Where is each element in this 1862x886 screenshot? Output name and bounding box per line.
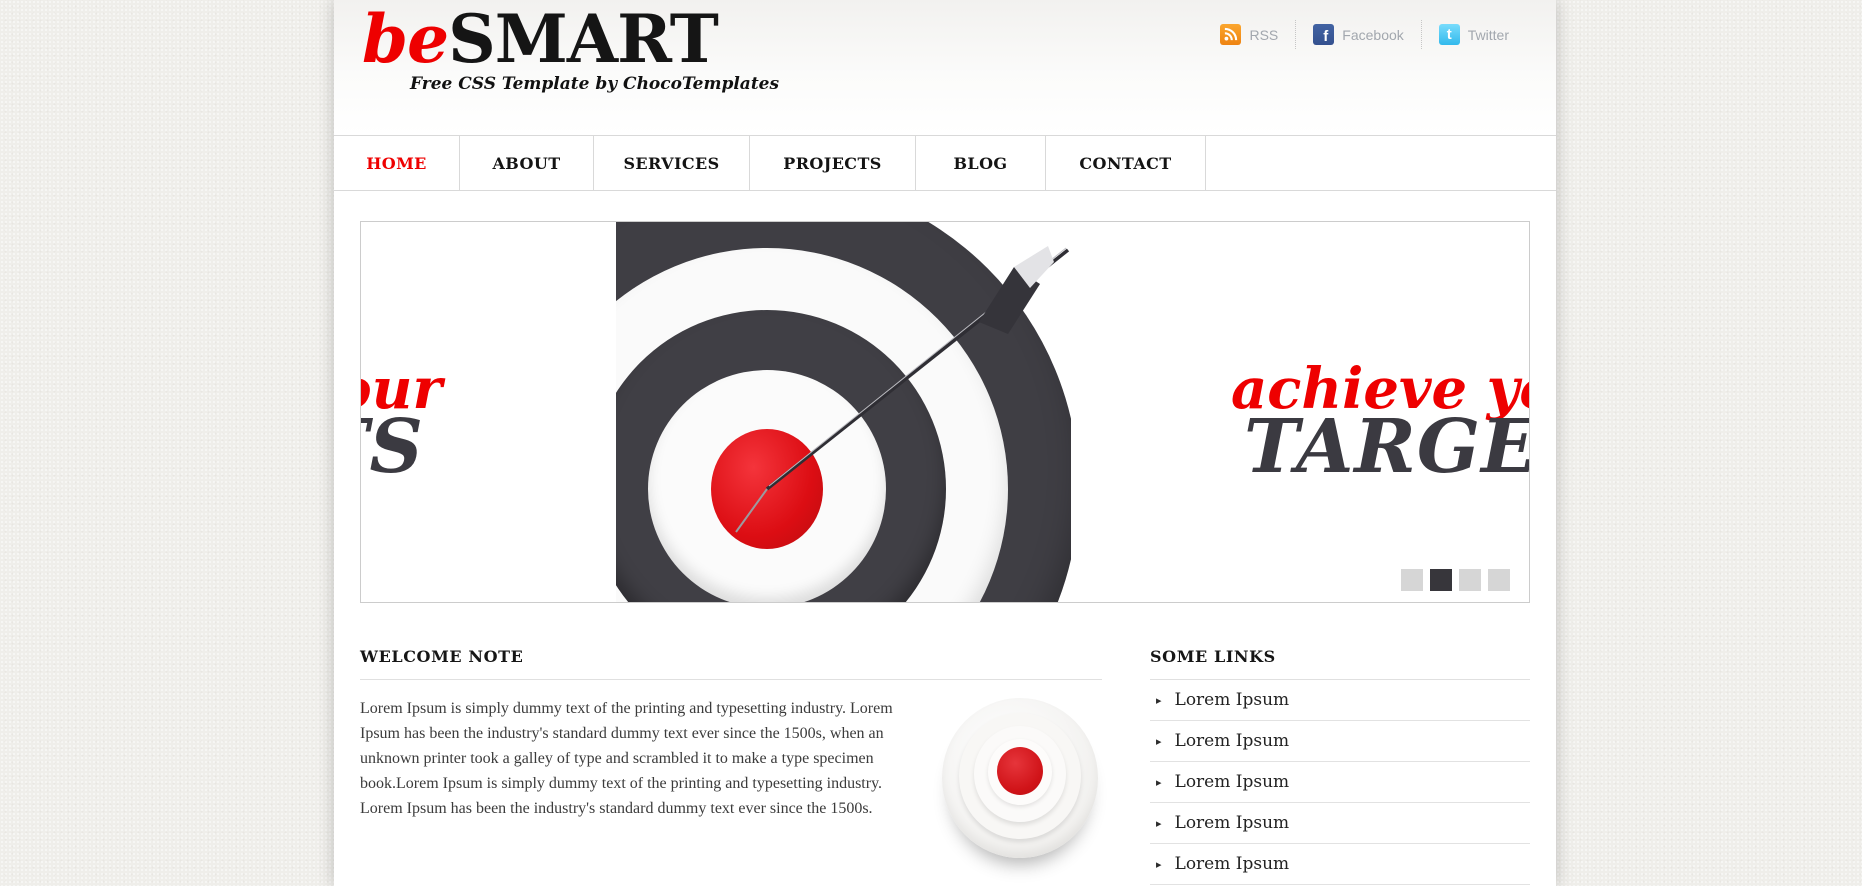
white-target-bullseye: [997, 747, 1043, 795]
triangle-bullet-icon: ▸: [1156, 735, 1162, 748]
triangle-bullet-icon: ▸: [1156, 817, 1162, 830]
header: beSMART Free CSS Template by ChocoTempla…: [334, 0, 1556, 135]
social-link-twitter[interactable]: t Twitter: [1421, 20, 1526, 49]
some-links-item-label: Lorem Ipsum: [1175, 690, 1290, 710]
main-nav-list: HOMEABOUTSERVICESPROJECTSBLOGCONTACT: [334, 135, 1556, 191]
some-links-item-4[interactable]: ▸ Lorem Ipsum: [1150, 803, 1530, 844]
slider-dot-3[interactable]: [1459, 569, 1481, 591]
triangle-bullet-icon: ▸: [1156, 694, 1162, 707]
some-links-item-5[interactable]: ▸ Lorem Ipsum: [1150, 844, 1530, 885]
prev-slide-caption-line2: TARGETS: [360, 404, 424, 490]
triangle-bullet-icon: ▸: [1156, 858, 1162, 871]
logo-tagline: Free CSS Template by ChocoTemplates: [410, 76, 779, 93]
nav-item-contact[interactable]: CONTACT: [1046, 136, 1206, 190]
some-links-item-label: Lorem Ipsum: [1175, 854, 1290, 874]
slider-dot-1[interactable]: [1401, 569, 1423, 591]
some-links-list: ▸ Lorem Ipsum ▸ Lorem Ipsum ▸ Lorem Ipsum ▸ Lor…: [1150, 680, 1530, 885]
welcome-title: WELCOME NOTE: [360, 647, 1102, 680]
target-arrow-image: [616, 222, 1071, 602]
some-links-item-3[interactable]: ▸ Lorem Ipsum: [1150, 762, 1530, 803]
facebook-icon: f: [1313, 24, 1334, 45]
rss-icon: [1220, 24, 1241, 45]
some-links-item-2[interactable]: ▸ Lorem Ipsum: [1150, 721, 1530, 762]
some-links-section: SOME LINKS ▸ Lorem Ipsum ▸ Lorem Ipsum ▸ Lore…: [1150, 647, 1530, 886]
social-link-facebook[interactable]: f Facebook: [1295, 20, 1420, 49]
nav-item-projects[interactable]: PROJECTS: [750, 136, 916, 190]
slider-dot-2[interactable]: [1430, 569, 1452, 591]
some-links-item-1[interactable]: ▸ Lorem Ipsum: [1150, 680, 1530, 721]
nav-item-home[interactable]: HOME: [334, 136, 460, 190]
some-links-item-label: Lorem Ipsum: [1175, 731, 1290, 751]
twitter-label: Twitter: [1468, 27, 1509, 43]
logo-text-be: be: [362, 0, 448, 78]
logo-text-smart: SMART: [448, 0, 718, 78]
some-links-title: SOME LINKS: [1150, 647, 1530, 680]
content-area: WELCOME NOTE Lorem Ipsum is simply dummy…: [334, 647, 1556, 886]
rss-label: RSS: [1249, 27, 1278, 43]
nav-item-about[interactable]: ABOUT: [460, 136, 594, 190]
triangle-bullet-icon: ▸: [1156, 776, 1162, 789]
nav-item-services[interactable]: SERVICES: [594, 136, 750, 190]
page-container: beSMART Free CSS Template by ChocoTempla…: [334, 0, 1556, 886]
welcome-paragraph: Lorem Ipsum is simply dummy text of the …: [360, 696, 905, 866]
welcome-section: WELCOME NOTE Lorem Ipsum is simply dummy…: [360, 647, 1102, 886]
nav-item-blog[interactable]: BLOG: [916, 136, 1046, 190]
white-target-image: [940, 696, 1100, 866]
facebook-label: Facebook: [1342, 27, 1403, 43]
some-links-item-label: Lorem Ipsum: [1175, 772, 1290, 792]
social-links: RSS f Facebook t Twitter: [1203, 20, 1526, 49]
twitter-icon: t: [1439, 24, 1460, 45]
arrow-graphic: [616, 222, 1071, 602]
site-logo[interactable]: beSMART Free CSS Template by ChocoTempla…: [362, 6, 779, 93]
hero-slider: achieve your TARGETS achieve your TARGET…: [360, 221, 1530, 603]
current-slide-caption-line2: TARGETS: [1244, 404, 1530, 490]
slider-pagination: [1401, 569, 1510, 591]
social-link-rss[interactable]: RSS: [1203, 20, 1295, 49]
some-links-item-label: Lorem Ipsum: [1175, 813, 1290, 833]
slider-dot-4[interactable]: [1488, 569, 1510, 591]
